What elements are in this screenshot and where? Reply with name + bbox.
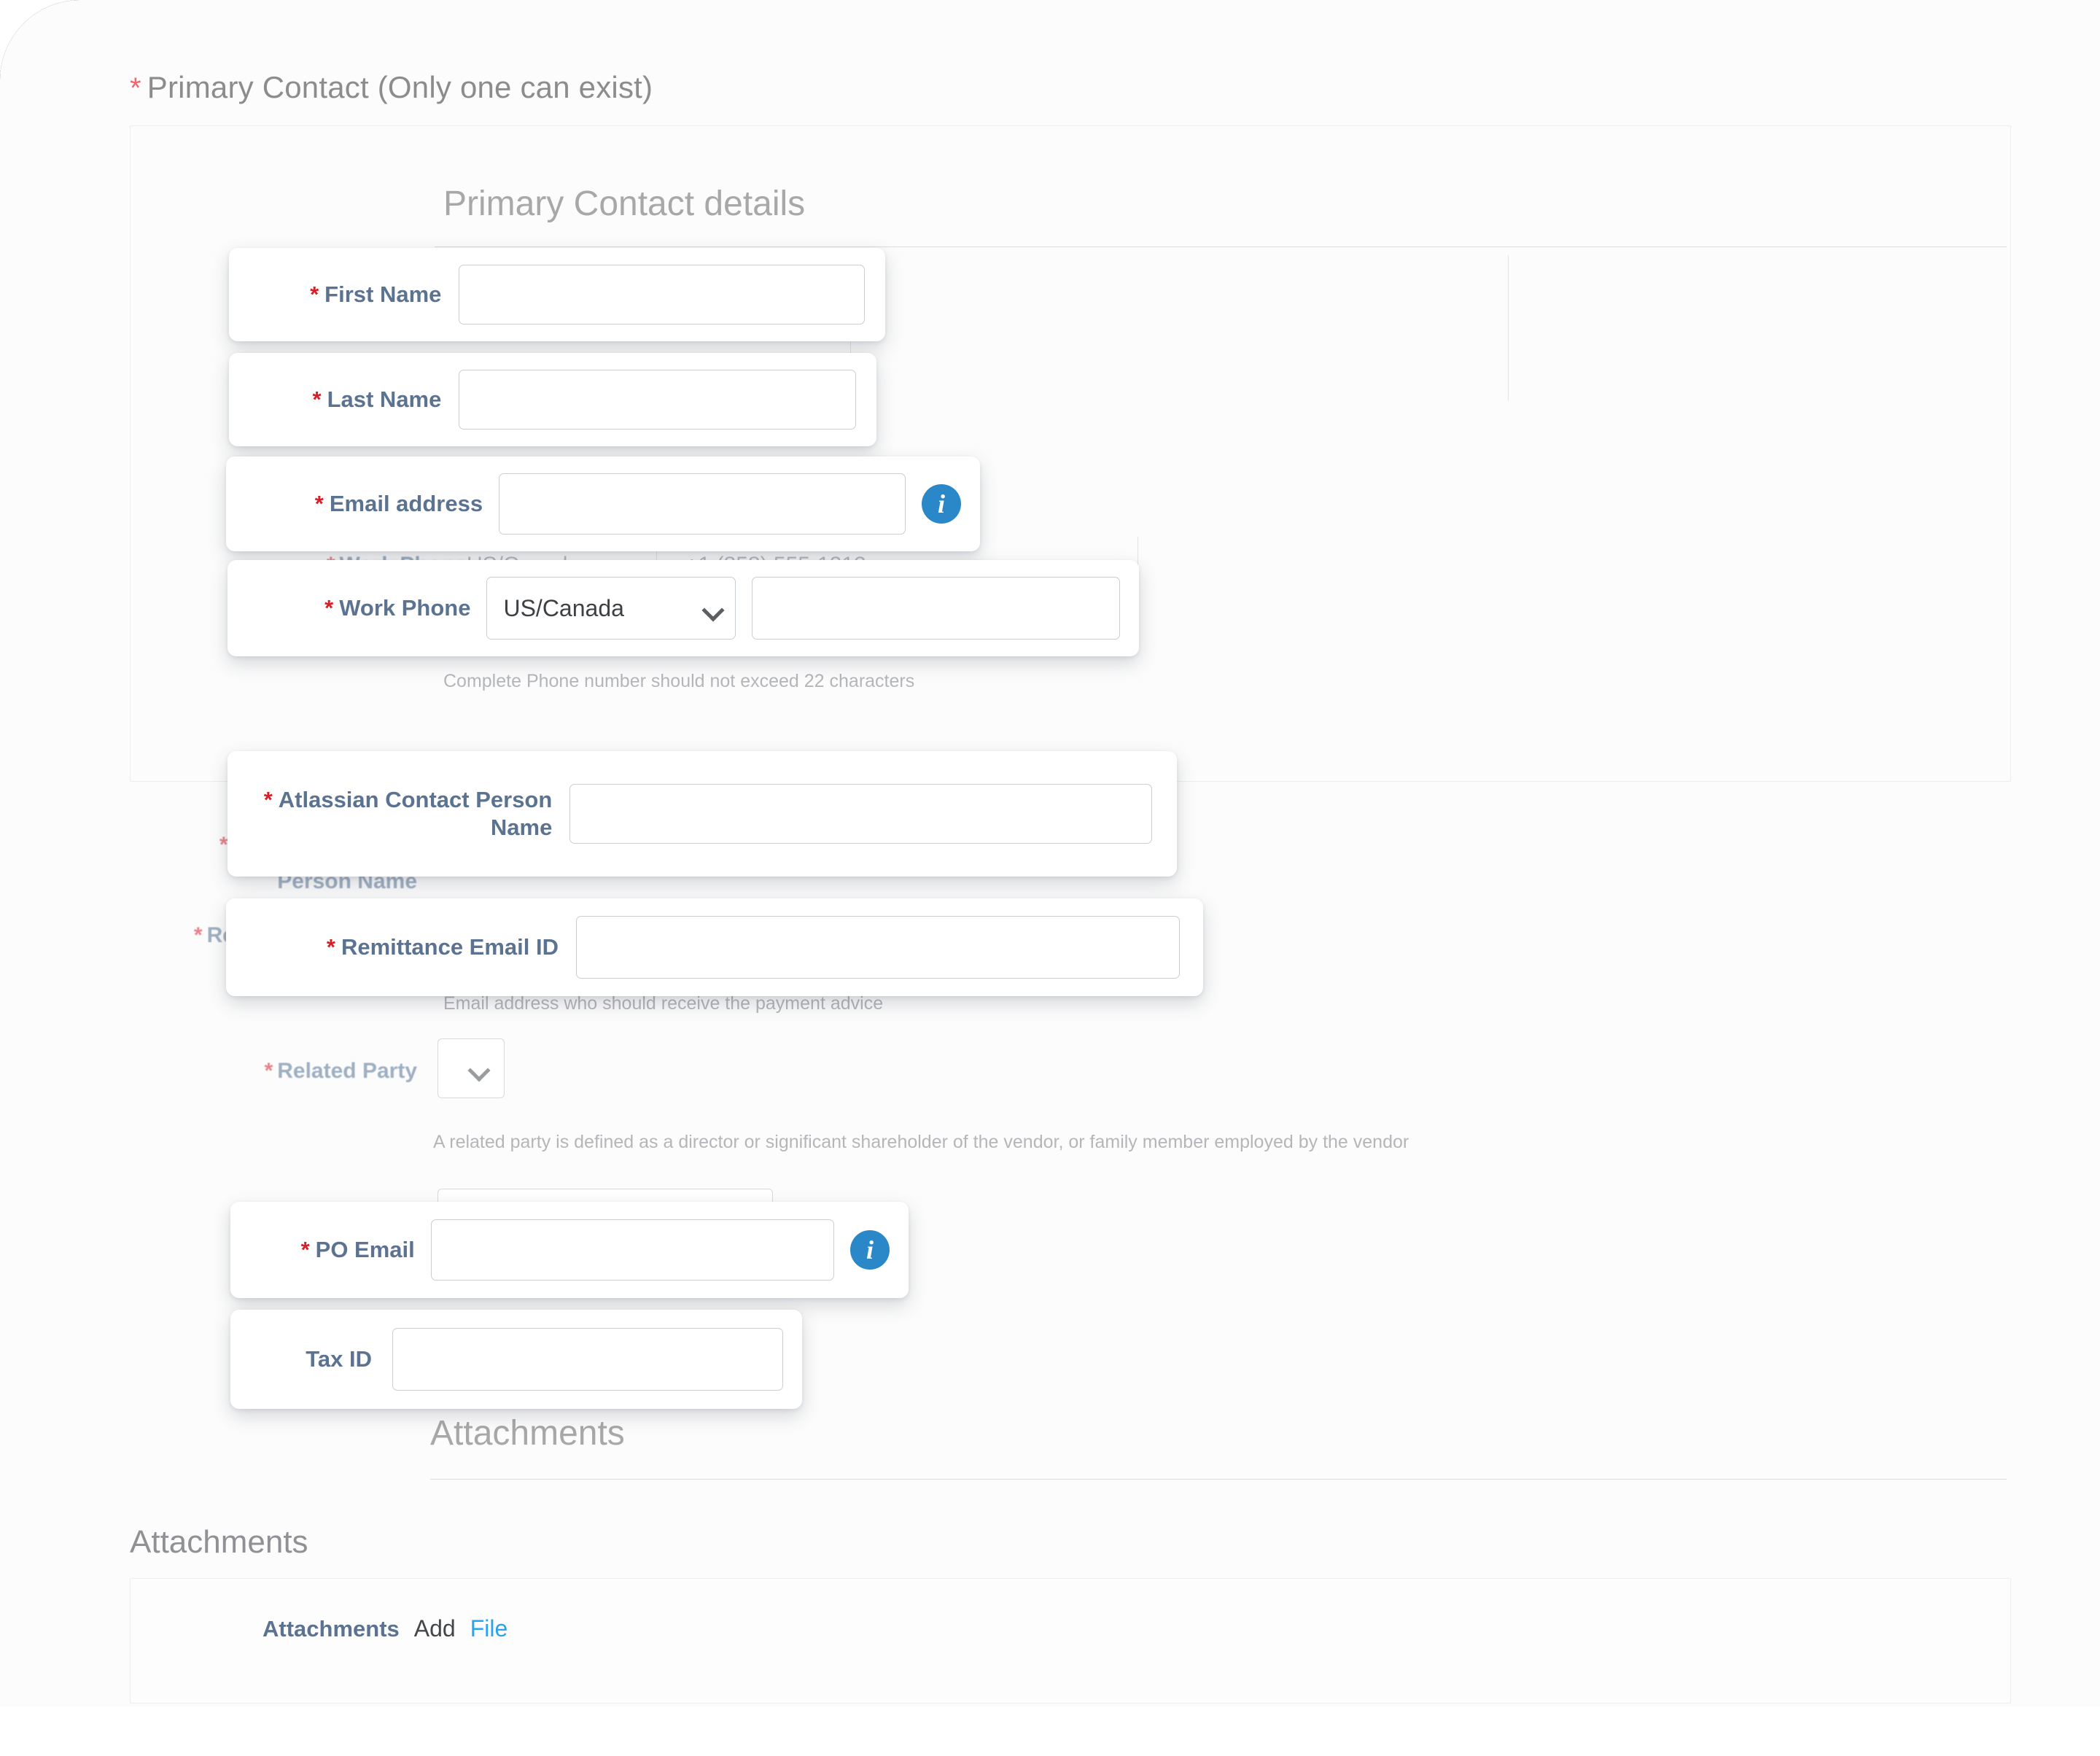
required-asterisk: *: [263, 787, 273, 813]
bg-label-related-party: * Related Party: [264, 1059, 417, 1083]
field-card-remittance-email-id: * Remittance Email ID: [226, 898, 1203, 996]
form-title-rule: [435, 246, 2007, 247]
label-email-address: * Email address: [314, 491, 483, 517]
label-last-name: * Last Name: [312, 386, 442, 413]
info-icon[interactable]: i: [922, 484, 961, 524]
field-card-po-email: * PO Email i: [230, 1202, 909, 1298]
hint-work-phone: Complete Phone number should not exceed …: [443, 671, 915, 691]
required-asterisk: *: [310, 281, 319, 308]
work-phone-number-input[interactable]: [752, 577, 1120, 640]
work-phone-country-select[interactable]: US/Canada: [486, 577, 736, 640]
chevron-down-icon: [703, 602, 722, 614]
hint-related-party: A related party is defined as a director…: [433, 1132, 1409, 1152]
label-tax-id: Tax ID: [306, 1346, 372, 1372]
chevron-down-icon: [469, 1062, 488, 1074]
required-asterisk: *: [300, 1237, 310, 1263]
required-asterisk: *: [324, 595, 334, 621]
label-remittance-email-id: * Remittance Email ID: [326, 934, 559, 960]
label-first-name: * First Name: [310, 281, 442, 308]
email-address-input[interactable]: [499, 473, 906, 535]
field-card-work-phone: * Work Phone US/Canada: [228, 560, 1139, 656]
last-name-input[interactable]: [459, 370, 856, 430]
atlassian-contact-person-name-input[interactable]: [569, 784, 1152, 844]
label-work-phone: * Work Phone: [324, 595, 471, 621]
po-email-input[interactable]: [430, 1219, 834, 1281]
label-po-email: * PO Email: [300, 1237, 415, 1263]
hint-remittance-email: Email address who should receive the pay…: [443, 993, 884, 1014]
page-root: * Primary Contact (Only one can exist) Pr…: [0, 0, 2100, 1756]
required-asterisk: *: [312, 386, 322, 413]
form-attachments-rule: [430, 1479, 2007, 1480]
label-atlassian-contact-person-name: * Atlassian Contact Person Name: [263, 787, 553, 840]
field-card-atlassian-contact-person-name: * Atlassian Contact Person Name: [228, 751, 1177, 877]
form-attachments-title: Attachments: [430, 1414, 625, 1453]
field-card-first-name: * First Name: [229, 248, 885, 341]
work-phone-country-value: US/Canada: [503, 594, 624, 621]
info-icon[interactable]: i: [850, 1230, 890, 1270]
remittance-email-id-input[interactable]: [576, 916, 1180, 979]
required-asterisk: *: [326, 934, 335, 960]
form-title: Primary Contact details: [443, 184, 806, 223]
required-asterisk: *: [314, 491, 324, 517]
field-card-last-name: * Last Name: [229, 353, 876, 446]
grid-divider: [1508, 255, 1509, 401]
field-card-email-address: * Email address i: [226, 457, 980, 551]
field-card-tax-id: Tax ID: [230, 1310, 802, 1409]
first-name-input[interactable]: [459, 265, 865, 325]
related-party-select[interactable]: [438, 1038, 505, 1098]
tax-id-input[interactable]: [392, 1328, 783, 1391]
